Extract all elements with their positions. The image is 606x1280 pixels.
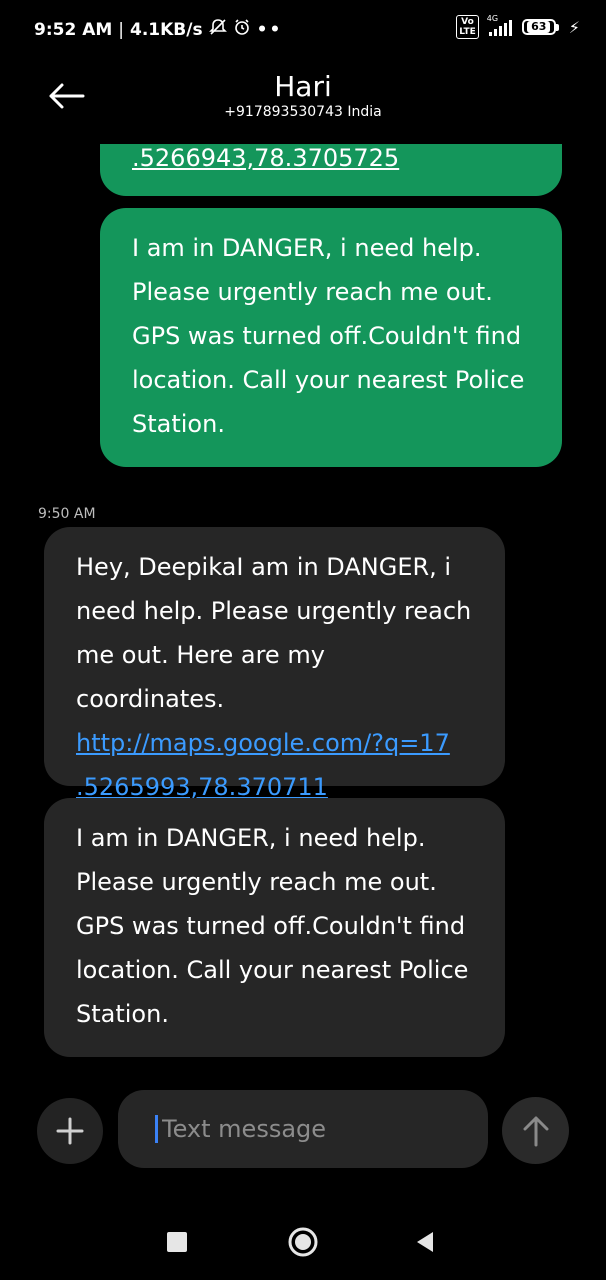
square-icon bbox=[167, 1232, 187, 1252]
message-timestamp: 9:50 AM bbox=[38, 506, 96, 522]
status-net-speed: 4.1KB/s bbox=[130, 19, 203, 40]
sent-message-bubble[interactable]: I am in DANGER, i need help. Please urge… bbox=[100, 208, 562, 467]
triangle-back-icon bbox=[417, 1232, 433, 1252]
alarm-icon bbox=[233, 18, 251, 41]
recents-button[interactable] bbox=[157, 1222, 197, 1262]
network-type: 4G bbox=[486, 14, 499, 23]
status-divider: | bbox=[118, 19, 125, 40]
send-button[interactable] bbox=[502, 1097, 569, 1164]
received-message-bubble[interactable]: I am in DANGER, i need help. Please urge… bbox=[44, 798, 505, 1057]
message-thread[interactable]: .5266943,78.3705725 I am in DANGER, i ne… bbox=[0, 144, 606, 1076]
text-cursor bbox=[155, 1115, 158, 1143]
battery-icon: 63 bbox=[521, 19, 559, 35]
message-text: Hey, DeepikaI am in DANGER, i need help.… bbox=[76, 553, 472, 713]
message-link[interactable]: .5266943,78.3705725 bbox=[132, 144, 399, 172]
home-circle-icon bbox=[288, 1227, 318, 1257]
muted-notification-icon bbox=[208, 18, 227, 41]
sent-message-bubble[interactable]: .5266943,78.3705725 bbox=[100, 144, 562, 196]
status-left: 9:52 AM | 4.1KB/s •• bbox=[34, 18, 282, 41]
system-nav-bar bbox=[0, 1200, 606, 1280]
volte-icon: Vo LTE bbox=[456, 15, 479, 39]
add-attachment-button[interactable] bbox=[37, 1098, 103, 1164]
contact-number: +917893530743 India bbox=[224, 104, 382, 120]
message-text: I am in DANGER, i need help. Please urge… bbox=[76, 824, 469, 1028]
message-link[interactable]: http://maps.google.com/?q=17 .5265993,78… bbox=[76, 729, 450, 801]
battery-level: 63 bbox=[527, 21, 551, 33]
received-message-bubble[interactable]: Hey, DeepikaI am in DANGER, i need help.… bbox=[44, 527, 505, 801]
conversation-header: Hari +917893530743 India bbox=[0, 58, 606, 144]
home-button[interactable] bbox=[283, 1222, 323, 1262]
signal-icon: 4G bbox=[487, 14, 512, 36]
contact-name[interactable]: Hari bbox=[0, 70, 606, 103]
plus-icon bbox=[56, 1117, 84, 1145]
status-bar: 9:52 AM | 4.1KB/s •• Vo LTE 4G 63 ⚡ bbox=[0, 0, 606, 58]
message-input[interactable] bbox=[160, 1114, 464, 1144]
message-text: I am in DANGER, i need help. Please urge… bbox=[132, 234, 525, 438]
more-notifications-icon: •• bbox=[256, 19, 283, 40]
charging-icon: ⚡ bbox=[568, 17, 580, 37]
status-right: Vo LTE 4G 63 ⚡ bbox=[456, 14, 580, 39]
message-input-container[interactable] bbox=[118, 1090, 488, 1168]
send-arrow-icon bbox=[523, 1116, 548, 1146]
back-nav-button[interactable] bbox=[405, 1222, 445, 1262]
status-time: 9:52 AM bbox=[34, 19, 113, 40]
